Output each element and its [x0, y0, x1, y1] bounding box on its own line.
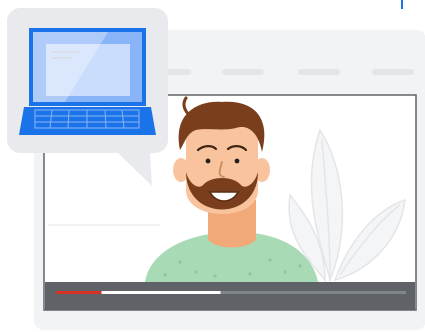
illustration-stage: [0, 0, 425, 332]
toolbar-placeholder: [298, 69, 340, 75]
laptop-icon: [19, 28, 156, 135]
toolbar-placeholder: [165, 69, 191, 75]
right-eye: [234, 158, 240, 164]
left-eye: [205, 158, 211, 164]
video-control-bar: [45, 282, 415, 310]
toolbar-placeholder: [372, 69, 414, 75]
video-call-illustration: [7, 0, 425, 330]
toolbar-placeholder: [222, 69, 264, 75]
progress-played: [56, 291, 102, 294]
